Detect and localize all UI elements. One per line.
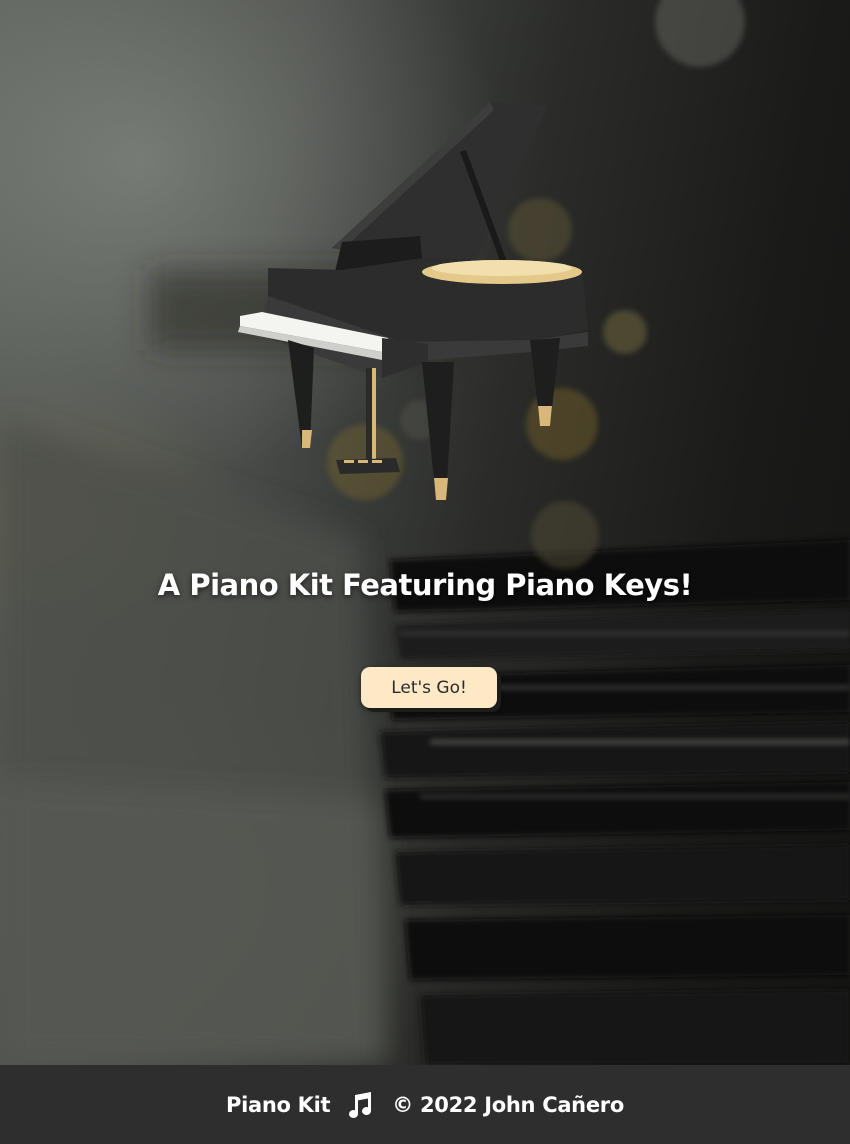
lets-go-button[interactable]: Let's Go! — [361, 667, 497, 708]
hero-section: A Piano Kit Featuring Piano Keys! Let's … — [0, 0, 850, 1065]
footer-brand: Piano Kit — [226, 1092, 331, 1117]
footer-copyright: © 2022 John Cañero — [392, 1092, 624, 1117]
grand-piano-icon — [238, 102, 588, 500]
page-tagline: A Piano Kit Featuring Piano Keys! — [157, 568, 693, 602]
site-footer: Piano Kit © 2022 John Cañero — [0, 1065, 850, 1144]
music-note-icon — [349, 1091, 372, 1118]
